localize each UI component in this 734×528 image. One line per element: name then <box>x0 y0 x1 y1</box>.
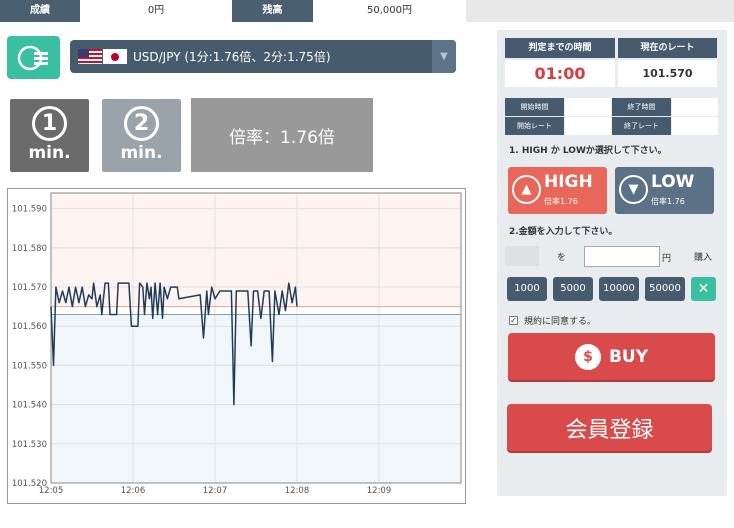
coin-icon: $ <box>574 343 601 370</box>
low-button[interactable]: ▼ LOW 倍率1.76 <box>615 167 714 214</box>
currency-select-value: USD/JPY (1分:1.76倍、2分:1.75倍) <box>133 50 331 64</box>
chevron-down-icon[interactable]: ▼ <box>432 40 456 73</box>
low-payout: 倍率1.76 <box>651 197 685 206</box>
results-label: 成績 <box>0 0 80 22</box>
chart-y-tick-label: 101.580 <box>12 244 47 254</box>
start-rate-value <box>565 117 611 135</box>
payout-display: 倍率：1.76倍 <box>191 98 373 172</box>
agree-checkbox-row[interactable]: ✓ 規約に同意する。 <box>509 314 596 327</box>
arrow-up-icon: ▲ <box>512 175 541 204</box>
low-label: LOW <box>651 172 695 192</box>
coins-icon <box>17 45 48 70</box>
price-chart: 101.590 101.580 101.570 101.560 101.550 101.5… <box>7 188 466 504</box>
chart-y-tick-label: 101.550 <box>12 361 47 371</box>
amount-input[interactable] <box>584 246 660 267</box>
chart-x-tick-label: 12:06 <box>121 486 146 496</box>
current-rate-value: 101.570 <box>618 60 717 87</box>
amount-1000-button[interactable]: 1000 <box>507 277 547 301</box>
time-2min-number: 2 <box>124 106 159 141</box>
chart-x-tick-label: 12:08 <box>285 486 310 496</box>
balance-label: 残高 <box>232 0 313 22</box>
end-time-value <box>672 98 718 116</box>
amount-purchase-label: 購入 <box>694 253 713 263</box>
register-label: 会員登録 <box>565 417 654 443</box>
close-icon[interactable]: ✕ <box>691 277 716 301</box>
timer-value: 01:00 <box>505 60 615 87</box>
chart-y-tick-label: 101.570 <box>12 283 47 293</box>
chart-y-tick-label: 101.560 <box>12 322 47 332</box>
time-1min-unit: min. <box>28 143 71 163</box>
end-rate-label: 終了レート <box>612 117 671 135</box>
arrow-down-icon: ▼ <box>619 175 648 204</box>
step1-instruction: 1. HIGH か LOWか選択して下さい。 <box>509 146 667 156</box>
chart-high-zone <box>51 193 461 307</box>
chart-x-tick-label: 12:07 <box>203 486 228 496</box>
buy-label: BUY <box>608 346 649 367</box>
us-flag-icon <box>78 49 102 64</box>
menu-logo-button[interactable] <box>7 36 60 79</box>
chart-svg: 101.590 101.580 101.570 101.560 101.550 101.5… <box>12 192 462 496</box>
start-rate-label: 開始レート <box>505 117 564 135</box>
balance-bar: 成績 0円 残高 50,000円 <box>0 0 734 22</box>
amount-50000-button[interactable]: 50000 <box>645 277 685 301</box>
agree-label: 規約に同意する。 <box>524 317 597 327</box>
high-label: HIGH <box>544 172 593 192</box>
agree-checkbox[interactable]: ✓ <box>509 316 518 325</box>
start-time-value <box>565 98 611 116</box>
buy-button[interactable]: $ BUY <box>508 333 715 380</box>
start-time-label: 開始時間 <box>505 98 564 116</box>
end-time-label: 終了時間 <box>612 98 671 116</box>
time-1min-button[interactable]: 1 min. <box>10 99 89 172</box>
chart-y-tick-label: 101.530 <box>12 440 47 450</box>
amount-prefix-box <box>505 246 539 266</box>
chart-x-tick-label: 12:05 <box>39 486 64 496</box>
end-rate-value <box>672 117 718 135</box>
register-button[interactable]: 会員登録 <box>507 404 712 451</box>
results-value: 0円 <box>80 0 232 22</box>
chart-x-tick-label: 12:09 <box>367 486 392 496</box>
high-button[interactable]: ▲ HIGH 倍率1.76 <box>508 167 607 214</box>
time-to-judge-label: 判定までの時間 <box>505 38 615 58</box>
chart-low-zone <box>51 314 461 483</box>
time-2min-button[interactable]: 2 min. <box>102 99 181 172</box>
step2-instruction: 2.金額を入力して下さい。 <box>509 227 618 237</box>
chart-y-tick-label: 101.590 <box>12 205 47 215</box>
chart-y-tick-label: 101.540 <box>12 401 47 411</box>
amount-10000-button[interactable]: 10000 <box>599 277 639 301</box>
amount-5000-button[interactable]: 5000 <box>553 277 593 301</box>
currency-select[interactable]: USD/JPY (1分:1.76倍、2分:1.75倍) ▼ <box>70 40 456 73</box>
amount-yen-label: 円 <box>662 254 672 264</box>
time-2min-unit: min. <box>120 143 163 163</box>
balance-value: 50,000円 <box>313 0 466 22</box>
current-rate-label: 現在のレート <box>618 38 717 58</box>
high-payout: 倍率1.76 <box>544 197 578 206</box>
amount-wo-label: を <box>557 253 567 263</box>
time-1min-number: 1 <box>32 106 67 141</box>
jp-flag-icon <box>103 49 127 64</box>
